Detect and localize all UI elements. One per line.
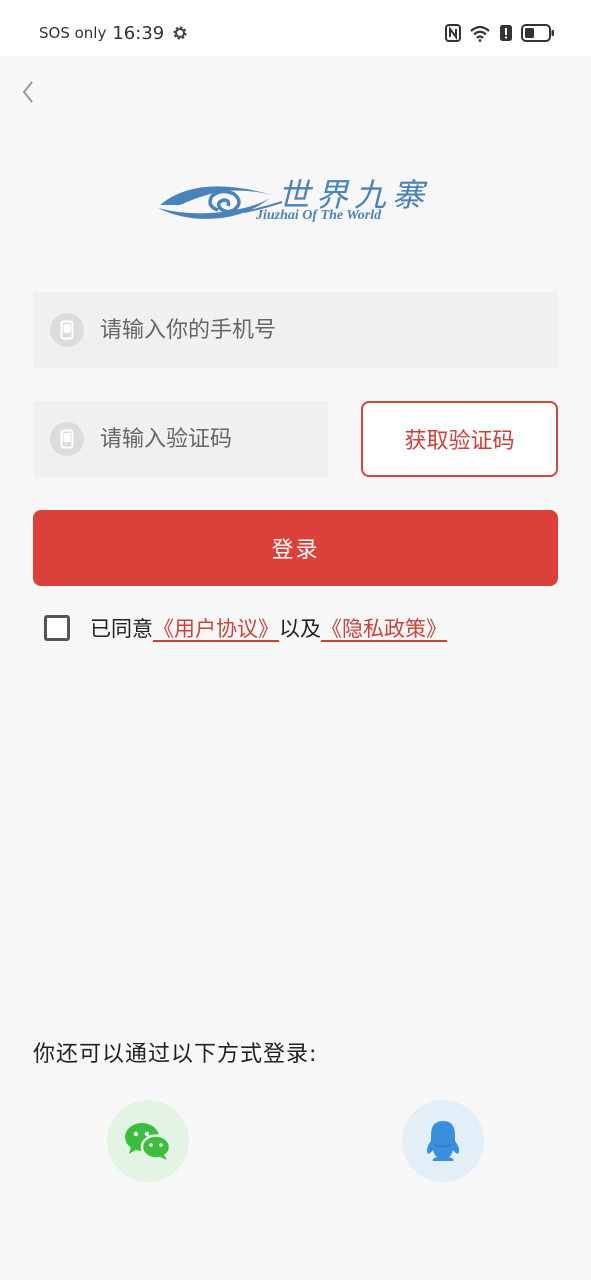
status-right [445,22,555,44]
app-logo: 世界九寨 Jiuzhai Of The World [158,168,436,230]
agreement-row: 已同意 《用户协议》 以及 《隐私政策》 [44,612,447,644]
phone-field[interactable] [33,292,558,368]
phone-icon [50,313,84,347]
chevron-left-icon [22,81,33,103]
get-code-button[interactable]: 获取验证码 [361,401,558,477]
alt-login-title: 你还可以通过以下方式登录: [33,1042,318,1067]
carrier-text: SOS only [39,24,107,42]
nfc-icon [445,24,461,42]
wechat-login-button[interactable] [107,1100,189,1182]
agreement-checkbox[interactable] [44,615,70,641]
privacy-policy-link[interactable]: 《隐私政策》 [321,613,447,643]
code-input[interactable] [100,426,328,452]
code-field[interactable] [33,401,328,477]
gear-icon [173,26,187,40]
qq-penguin-icon [427,1121,459,1161]
back-button[interactable] [16,78,40,106]
logo-subtitle: Jiuzhai Of The World [256,208,382,223]
user-agreement-link[interactable]: 《用户协议》 [153,613,279,643]
status-left: SOS only 16:39 [39,20,188,46]
phone-icon [50,422,84,456]
login-button[interactable]: 登录 [33,510,558,586]
battery-icon [521,24,554,42]
phone-input[interactable] [100,317,558,343]
agreement-prefix: 已同意 [90,617,153,641]
wechat-icon [125,1123,172,1160]
wifi-icon [470,25,490,42]
status-bar: SOS only 16:39 [0,0,591,56]
alert-icon [500,25,512,41]
clock-text: 16:39 [112,22,165,44]
agreement-conjunction: 以及 [279,617,321,641]
qq-login-button[interactable] [402,1100,484,1182]
